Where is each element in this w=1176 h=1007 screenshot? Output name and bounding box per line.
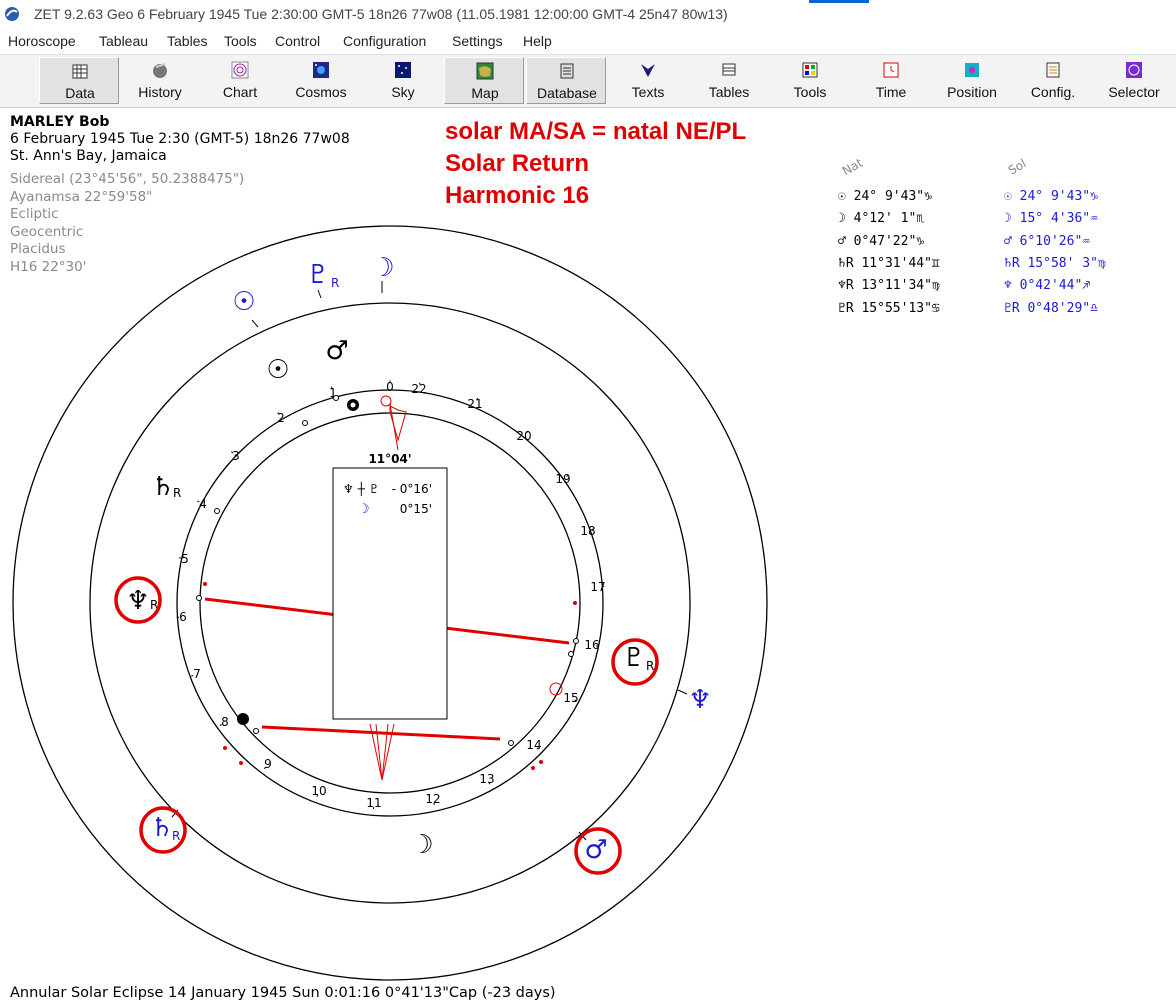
red-dot xyxy=(223,746,227,750)
house-number: 20 xyxy=(516,429,531,443)
setting-centric: Geocentric xyxy=(10,223,84,240)
sol-neptune: ♆ 0°42'44"♐ xyxy=(1004,278,1091,293)
saturn-icon: ♄ xyxy=(150,813,173,843)
house-number: 18 xyxy=(580,524,595,538)
planet-position-dot xyxy=(237,713,249,725)
status-line: Annular Solar Eclipse 14 January 1945 Su… xyxy=(10,985,556,1001)
red-dot xyxy=(531,766,535,770)
house-number: 7 xyxy=(193,667,201,681)
house-number: 14 xyxy=(526,738,541,752)
position-marker xyxy=(253,728,259,734)
nat-mars: ♂ 0°47'22"♑ xyxy=(838,234,925,249)
axis-arrow-top-head xyxy=(389,405,407,442)
setting-harmonic: H16 22°30' xyxy=(10,258,87,275)
moon-icon: ☽ xyxy=(371,253,394,283)
house-number: 0 xyxy=(386,380,394,394)
glyph-tick xyxy=(677,689,688,695)
sol-moon: ☽ 15° 4'36"♒ xyxy=(1004,211,1098,226)
sun-position-dot-center xyxy=(350,402,356,408)
birth-place: St. Ann's Bay, Jamaica xyxy=(10,148,167,164)
glyph-tick xyxy=(317,289,322,299)
house-number: 15 xyxy=(563,691,578,705)
house-number: 22 xyxy=(411,382,426,396)
annotation-text: solar MA/SA = natal NE/PL Solar Return H… xyxy=(445,116,746,212)
retro-mark: R xyxy=(646,659,654,673)
sol-sun: ☉ 24° 9'43"♑ xyxy=(1004,189,1098,204)
position-marker xyxy=(508,740,514,746)
house-number: 19 xyxy=(555,472,570,486)
house-number: 2 xyxy=(277,411,285,425)
nat-neptune: ♆R 13°11'34"♍ xyxy=(838,278,940,293)
midpoint-marker-15 xyxy=(549,682,563,696)
position-marker xyxy=(568,651,574,657)
center-label: 11°04' xyxy=(368,452,411,466)
moon-icon: ☽ xyxy=(410,830,433,860)
position-marker xyxy=(302,420,308,426)
house-number: 5 xyxy=(181,552,189,566)
sol-mars: ♂ 6°10'26"♒ xyxy=(1004,234,1091,249)
pluto-icon: ♇ xyxy=(622,643,645,673)
red-dot xyxy=(573,601,577,605)
neptune-icon: ♆ xyxy=(688,685,711,715)
neptune-icon: ♆ xyxy=(126,586,149,616)
birth-datetime: 6 February 1945 Tue 2:30 (GMT-5) 18n26 7… xyxy=(10,131,350,147)
setting-ayanamsa: Ayanamsa 22°59'58" xyxy=(10,188,153,205)
box-row-value: - 0°16' xyxy=(392,482,432,496)
nat-pluto: ♇R 15°55'13"♋ xyxy=(838,301,940,316)
person-name: MARLEY Bob xyxy=(10,114,110,130)
setting-houses: Placidus xyxy=(10,241,66,257)
retro-mark: R xyxy=(173,486,181,500)
house-number: 21 xyxy=(467,397,482,411)
position-marker xyxy=(214,508,220,514)
house-number: 13 xyxy=(479,772,494,786)
box-row-value: 0°15' xyxy=(400,502,432,516)
house-number: 16 xyxy=(584,638,599,652)
chart-header: MARLEY Bob 6 February 1945 Tue 2:30 (GMT… xyxy=(10,114,350,276)
position-marker xyxy=(196,595,202,601)
sol-saturn: ♄R 15°58' 3"♍ xyxy=(1004,256,1106,271)
setting-zodiac: Sidereal (23°45'56", 50.2388475") xyxy=(10,171,245,187)
mars-icon: ♂ xyxy=(325,336,348,366)
house-number: 9 xyxy=(264,757,272,771)
sun-icon: ☉ xyxy=(266,355,289,385)
saturn-icon: ♄ xyxy=(151,472,174,502)
house-number: 8 xyxy=(221,715,229,729)
position-marker xyxy=(573,638,579,644)
midpoint-marker-top xyxy=(380,395,392,407)
sun-icon: ☉ xyxy=(232,287,255,317)
sol-pluto: ♇R 0°48'29"♎ xyxy=(1004,301,1098,316)
annotation-line-2: Solar Return xyxy=(445,150,590,177)
annotation-line-1: solar MA/SA = natal NE/PL xyxy=(445,118,747,145)
setting-coords: Ecliptic xyxy=(10,206,59,222)
red-dot xyxy=(239,761,243,765)
retro-mark: R xyxy=(331,276,339,290)
box-row-glyphs: ☽ xyxy=(358,502,370,517)
annotation-line-3: Harmonic 16 xyxy=(445,182,590,209)
house-number: 17 xyxy=(590,580,605,594)
house-number: 11 xyxy=(366,796,381,810)
house-number: 10 xyxy=(311,784,326,798)
retro-mark: R xyxy=(172,829,180,843)
house-number: 3 xyxy=(232,449,240,463)
nat-saturn: ♄R 11°31'44"♊ xyxy=(838,256,940,271)
house-number: 4 xyxy=(199,497,207,511)
house-number: 6 xyxy=(179,610,187,624)
red-dot xyxy=(539,760,543,764)
aspect-line-lower xyxy=(261,725,501,741)
position-marker xyxy=(333,395,339,401)
red-dot xyxy=(203,582,207,586)
mars-icon: ♂ xyxy=(584,835,607,865)
house-number: 12 xyxy=(425,792,440,806)
nat-moon: ☽ 4°12' 1"♏ xyxy=(838,211,925,226)
box-row-glyphs: ♆ ┼ ♇ xyxy=(343,481,379,496)
glyph-tick xyxy=(251,319,259,328)
nat-sun: ☉ 24° 9'43"♑ xyxy=(838,189,932,204)
